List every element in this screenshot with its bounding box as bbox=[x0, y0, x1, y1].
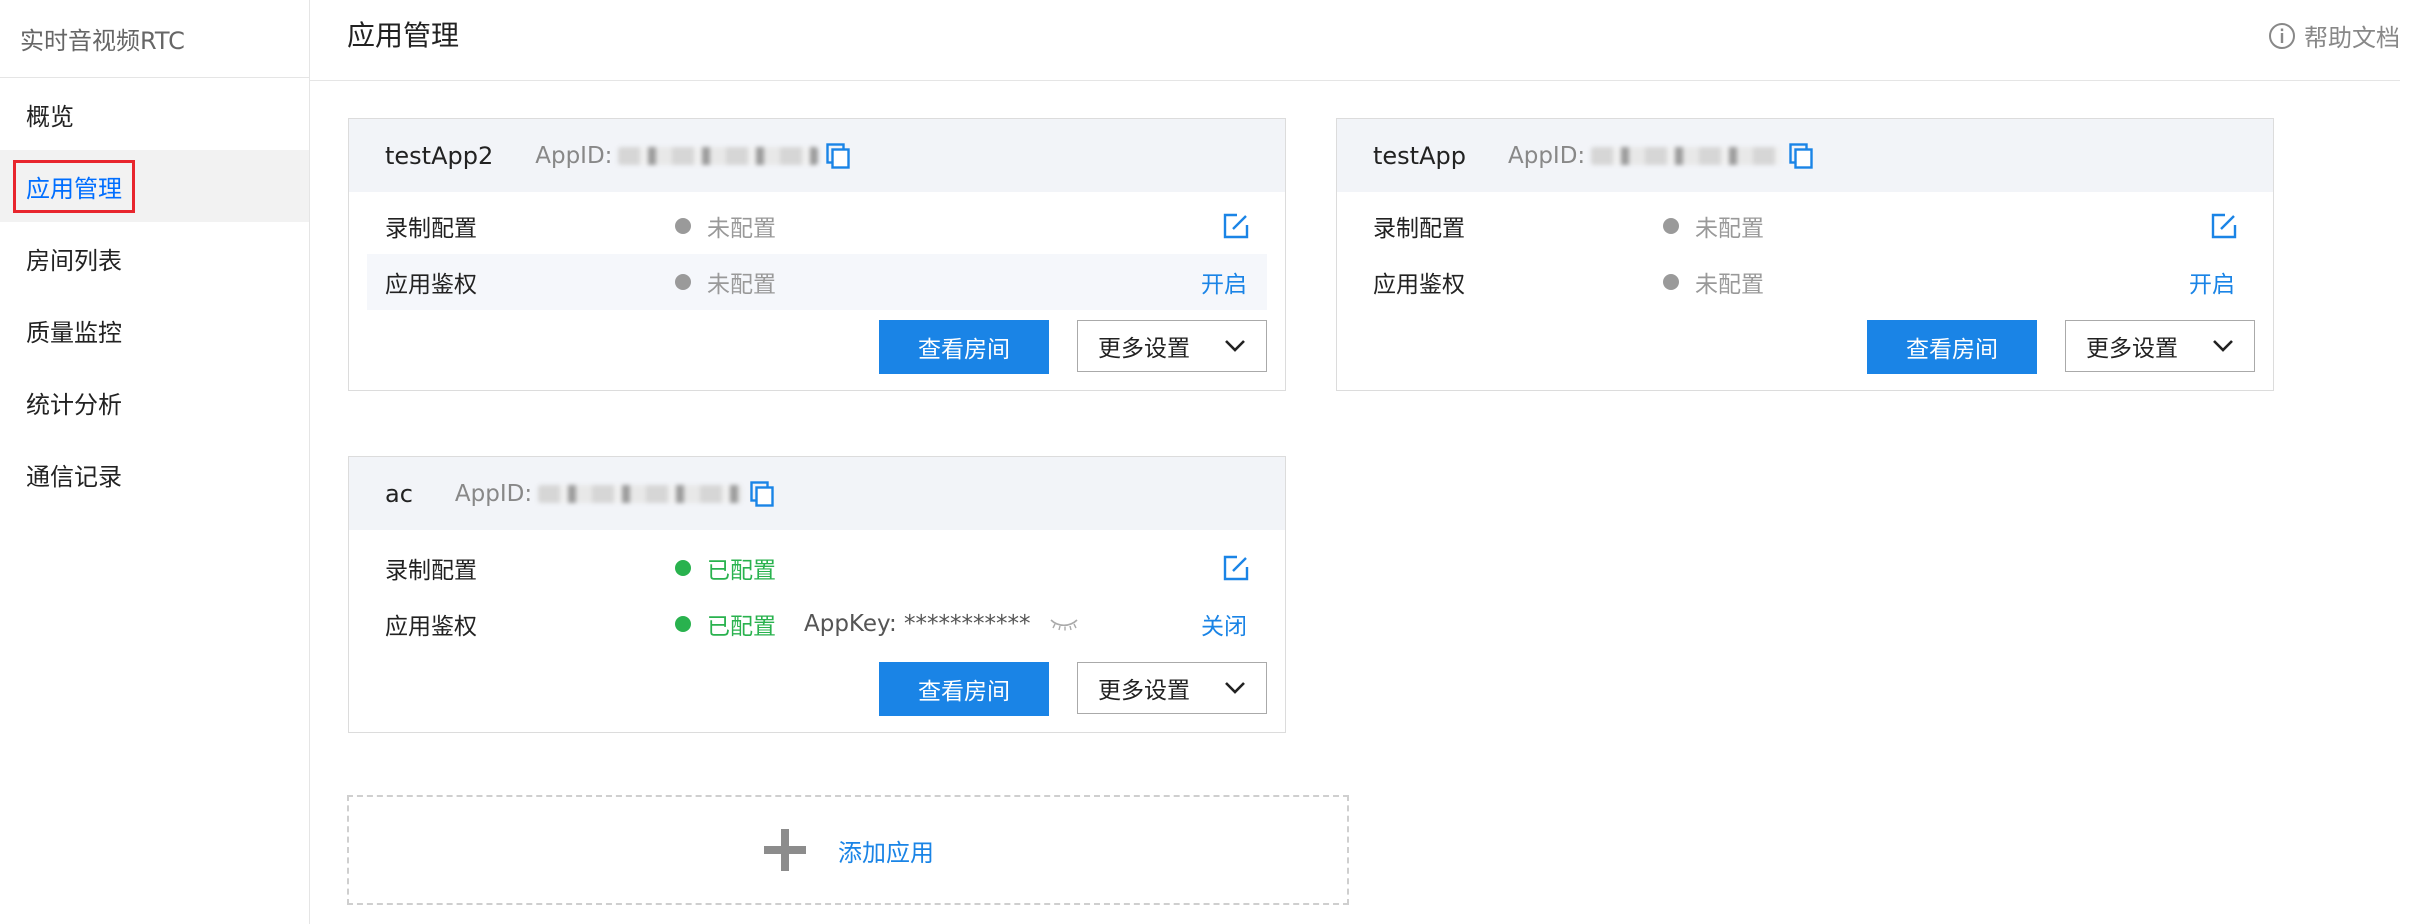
add-app-button[interactable]: 添加应用 bbox=[347, 795, 1349, 905]
app-auth-row: 应用鉴权 未配置 开启 bbox=[367, 254, 1267, 310]
more-settings-label: 更多设置 bbox=[2086, 336, 2178, 362]
status-text: 已配置 bbox=[707, 558, 776, 584]
appid-value-redacted bbox=[1591, 146, 1782, 165]
app-card-testapp2: testApp2 AppID: 录制配置 未配置 应用鉴权 未配置 开启 查看房… bbox=[348, 118, 1286, 391]
app-card-header: testApp2 AppID: bbox=[349, 119, 1285, 192]
sidebar-item-call-records[interactable]: 通信记录 bbox=[0, 438, 309, 510]
app-card-header: ac AppID: bbox=[349, 457, 1285, 530]
status-text: 未配置 bbox=[1695, 216, 1764, 242]
recording-config-row: 录制配置 未配置 bbox=[349, 198, 1285, 254]
appid-label: AppID: bbox=[454, 480, 533, 507]
sidebar-item-quality-monitor[interactable]: 质量监控 bbox=[0, 294, 309, 366]
sidebar-item-label: 应用管理 bbox=[13, 159, 135, 213]
plus-icon bbox=[764, 829, 806, 871]
product-title: 实时音视频RTC bbox=[0, 0, 309, 78]
help-docs-label: 帮助文档 bbox=[2304, 24, 2400, 52]
row-label: 录制配置 bbox=[385, 216, 477, 242]
app-card-ac: ac AppID: 录制配置 已配置 应用鉴权 已配置 AppKey: ****… bbox=[348, 456, 1286, 733]
appid-value-redacted bbox=[618, 146, 819, 165]
card-actions: 查看房间 更多设置 bbox=[1337, 320, 2273, 390]
status-dot bbox=[675, 560, 691, 576]
view-rooms-button[interactable]: 查看房间 bbox=[879, 662, 1049, 716]
recording-config-row: 录制配置 已配置 bbox=[349, 540, 1285, 596]
app-name: ac bbox=[385, 479, 413, 508]
row-label: 录制配置 bbox=[385, 558, 477, 584]
eye-closed-icon[interactable] bbox=[1049, 617, 1079, 631]
copy-icon[interactable] bbox=[826, 142, 851, 169]
appid-label: AppID: bbox=[1507, 142, 1586, 169]
app-name: testApp2 bbox=[385, 141, 494, 170]
sidebar-item-overview[interactable]: 概览 bbox=[0, 78, 309, 150]
chevron-down-icon bbox=[1225, 340, 1245, 352]
app-card-header: testApp AppID: bbox=[1337, 119, 2273, 192]
sidebar-item-room-list[interactable]: 房间列表 bbox=[0, 222, 309, 294]
app-card-testapp: testApp AppID: 录制配置 未配置 应用鉴权 未配置 开启 查看房间… bbox=[1336, 118, 2274, 391]
status-dot bbox=[675, 274, 691, 290]
more-settings-dropdown[interactable]: 更多设置 bbox=[2065, 320, 2255, 372]
disable-auth-link[interactable]: 关闭 bbox=[1201, 607, 1247, 641]
more-settings-label: 更多设置 bbox=[1098, 678, 1190, 704]
status-text: 未配置 bbox=[707, 216, 776, 242]
sidebar-item-label: 房间列表 bbox=[26, 246, 122, 275]
view-rooms-button[interactable]: 查看房间 bbox=[879, 320, 1049, 374]
info-icon bbox=[2269, 22, 2295, 49]
status-text: 已配置 bbox=[707, 614, 776, 640]
row-label: 应用鉴权 bbox=[385, 272, 477, 298]
sidebar-item-statistics[interactable]: 统计分析 bbox=[0, 366, 309, 438]
copy-icon[interactable] bbox=[750, 480, 774, 507]
chevron-down-icon bbox=[1225, 682, 1245, 694]
row-label: 录制配置 bbox=[1373, 216, 1465, 242]
status-text: 未配置 bbox=[1695, 272, 1764, 298]
sidebar-item-label: 统计分析 bbox=[26, 390, 122, 419]
status-dot bbox=[1663, 218, 1679, 234]
header-divider bbox=[309, 80, 2400, 81]
appid-label: AppID: bbox=[535, 142, 613, 169]
card-actions: 查看房间 更多设置 bbox=[349, 662, 1285, 732]
view-rooms-button[interactable]: 查看房间 bbox=[1867, 320, 2037, 374]
more-settings-dropdown[interactable]: 更多设置 bbox=[1077, 320, 1267, 372]
row-label: 应用鉴权 bbox=[1373, 272, 1465, 298]
sidebar-item-app-management[interactable]: 应用管理 bbox=[0, 150, 309, 222]
sidebar: 实时音视频RTC 概览 应用管理 房间列表 质量监控 统计分析 通信记录 bbox=[0, 0, 310, 924]
appid-value-redacted bbox=[538, 484, 743, 503]
status-text: 未配置 bbox=[707, 272, 776, 298]
more-settings-label: 更多设置 bbox=[1098, 336, 1190, 362]
chevron-down-icon bbox=[2213, 340, 2233, 352]
page-title: 应用管理 bbox=[347, 19, 460, 52]
appkey-text: AppKey: *********** bbox=[804, 611, 1031, 637]
copy-icon[interactable] bbox=[1789, 142, 1813, 169]
app-auth-row: 应用鉴权 已配置 AppKey: *********** 关闭 bbox=[349, 596, 1285, 652]
status-dot bbox=[675, 218, 691, 234]
enable-auth-link[interactable]: 开启 bbox=[2189, 265, 2235, 299]
app-name: testApp bbox=[1373, 141, 1466, 170]
more-settings-dropdown[interactable]: 更多设置 bbox=[1077, 662, 1267, 714]
help-docs-link[interactable]: 帮助文档 bbox=[2268, 18, 2400, 53]
recording-config-row: 录制配置 未配置 bbox=[1337, 198, 2273, 254]
enable-auth-link[interactable]: 开启 bbox=[1201, 265, 1247, 299]
sidebar-item-label: 质量监控 bbox=[26, 318, 122, 347]
sidebar-item-label: 通信记录 bbox=[26, 462, 122, 491]
edit-icon[interactable] bbox=[1223, 213, 1249, 239]
app-auth-row: 应用鉴权 未配置 开启 bbox=[1337, 254, 2273, 310]
card-actions: 查看房间 更多设置 bbox=[349, 320, 1285, 390]
edit-icon[interactable] bbox=[1223, 555, 1249, 581]
status-dot bbox=[675, 616, 691, 632]
row-label: 应用鉴权 bbox=[385, 614, 477, 640]
status-dot bbox=[1663, 274, 1679, 290]
edit-icon[interactable] bbox=[2211, 213, 2237, 239]
add-app-label: 添加应用 bbox=[838, 838, 934, 867]
sidebar-item-label: 概览 bbox=[26, 102, 74, 131]
